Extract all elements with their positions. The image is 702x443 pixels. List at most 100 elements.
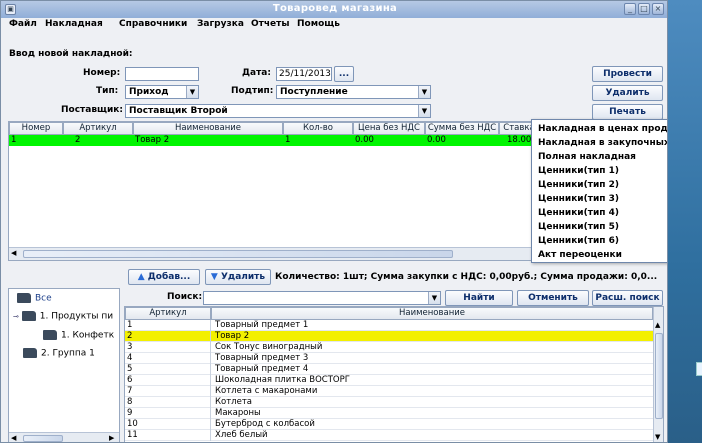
tree-node[interactable]: 2. Группа 1: [23, 348, 95, 359]
table-row[interactable]: 9 Макароны: [125, 408, 653, 419]
col-header[interactable]: Кол-во: [283, 122, 353, 135]
table-row[interactable]: 8 Котлета: [125, 397, 653, 408]
cell: Бутерброд с колбасой: [215, 419, 315, 429]
arrow-right-icon[interactable]: ▶: [109, 434, 114, 442]
arrow-left-icon[interactable]: ◀: [11, 249, 16, 257]
tree-node-label: 1. Продукты пи: [39, 311, 114, 322]
table-row[interactable]: 4 Товарный предмет 3: [125, 353, 653, 364]
cell: 0.00: [355, 135, 374, 145]
col-header[interactable]: Цена без НДС: [353, 122, 425, 135]
cell: Товарный предмет 4: [215, 364, 309, 374]
tree-node-label: 2. Группа 1: [41, 348, 95, 359]
col-header[interactable]: Наименование: [211, 307, 653, 320]
cancel-search-button[interactable]: Отменить: [517, 290, 589, 306]
print-menu-item[interactable]: Ценники(тип 6): [538, 236, 619, 246]
print-menu-item[interactable]: Ценники(тип 5): [538, 222, 619, 232]
remove-label: Удалить: [220, 272, 266, 282]
table-row[interactable]: 3 Сок Тонус виноградный: [125, 342, 653, 353]
tree-node[interactable]: 1. Конфетк: [43, 330, 114, 341]
scroll-thumb[interactable]: [23, 250, 453, 258]
table-row[interactable]: 11 Хлеб белый: [125, 430, 653, 441]
table-row[interactable]: 6 Шоколадная плитка ВОСТОРГ: [125, 375, 653, 386]
cell: Сок Тонус виноградный: [215, 342, 323, 352]
add-item-button[interactable]: ▲ Добав...: [128, 269, 200, 285]
col-header[interactable]: Наименование: [133, 122, 283, 135]
print-menu-item[interactable]: Полная накладная: [538, 152, 636, 162]
table-row[interactable]: 5 Товарный предмет 4: [125, 364, 653, 375]
menu-reports[interactable]: Отчеты: [251, 19, 290, 29]
desktop-icon[interactable]: [696, 362, 702, 376]
cell: 7: [125, 386, 211, 397]
table-row[interactable]: 1 Товарный предмет 1: [125, 320, 653, 331]
advanced-search-button[interactable]: Расш. поиск: [592, 290, 663, 306]
date-picker-button[interactable]: ...: [334, 66, 354, 82]
search-input[interactable]: ▼: [203, 291, 441, 305]
table-row[interactable]: 7 Котлета с макаронами: [125, 386, 653, 397]
window-title: Товаровед магазина: [272, 3, 398, 14]
remove-item-button[interactable]: ▼ Удалить: [205, 269, 271, 285]
cell: Хлеб белый: [215, 430, 268, 440]
arrow-left-icon[interactable]: ◀: [11, 434, 16, 442]
cell: 2: [125, 331, 211, 342]
add-icon: ▲: [137, 272, 145, 282]
menu-bar: Файл Накладная Справочники Загрузка Отче…: [1, 18, 667, 32]
expand-icon[interactable]: ⊸: [13, 313, 19, 321]
title-bar[interactable]: ▣ Товаровед магазина _ □ ×: [1, 1, 667, 18]
cell: 11: [125, 430, 211, 441]
supplier-select[interactable]: Поставщик Второй ▼: [125, 104, 431, 118]
tree-horizontal-scrollbar[interactable]: ◀ ▶: [9, 432, 119, 442]
menu-invoice[interactable]: Накладная: [45, 19, 103, 29]
cell: 10: [125, 419, 211, 430]
chevron-down-icon[interactable]: ▼: [428, 292, 440, 304]
print-menu-item[interactable]: Ценники(тип 3): [538, 194, 619, 204]
chevron-down-icon[interactable]: ▼: [418, 105, 430, 117]
print-menu-item[interactable]: Накладная в ценах продажи: [538, 124, 667, 134]
find-button[interactable]: Найти: [445, 290, 513, 306]
col-header[interactable]: Сумма без НДС: [425, 122, 499, 135]
print-menu-item[interactable]: Акт переоценки: [538, 250, 622, 260]
cell: Товар 2: [215, 331, 250, 341]
col-header[interactable]: Артикул: [63, 122, 133, 135]
print-menu-item[interactable]: Ценники(тип 4): [538, 208, 619, 218]
tree-node[interactable]: ⊸ 1. Продукты пи: [13, 311, 113, 322]
subtype-label: Подтип:: [231, 86, 274, 96]
col-header[interactable]: Артикул: [125, 307, 211, 320]
chevron-down-icon[interactable]: ▼: [186, 86, 198, 98]
menu-references[interactable]: Справочники: [119, 19, 187, 29]
print-button[interactable]: Печать: [592, 104, 663, 120]
menu-help[interactable]: Помощь: [297, 19, 340, 29]
folder-icon: [21, 311, 36, 321]
type-select[interactable]: Приход ▼: [125, 85, 199, 99]
print-menu-item[interactable]: Ценники(тип 2): [538, 180, 619, 190]
scroll-thumb[interactable]: [23, 435, 63, 442]
cell: 1: [11, 135, 17, 145]
vertical-scrollbar[interactable]: ▲ ▼: [653, 307, 663, 442]
maximize-icon[interactable]: □: [638, 3, 650, 15]
chevron-down-icon[interactable]: ▼: [418, 86, 430, 98]
close-icon[interactable]: ×: [652, 3, 664, 15]
col-header[interactable]: Номер: [9, 122, 63, 135]
scroll-thumb[interactable]: [655, 333, 663, 419]
delete-invoice-button[interactable]: Удалить: [592, 85, 663, 101]
arrow-up-icon[interactable]: ▲: [655, 321, 660, 329]
table-row[interactable]: 10 Бутерброд с колбасой: [125, 419, 653, 430]
app-window: ▣ Товаровед магазина _ □ × Файл Накладна…: [0, 0, 668, 443]
number-field[interactable]: [125, 67, 199, 81]
table-row[interactable]: 2 Товар 2: [125, 331, 653, 342]
cell: 3: [125, 342, 211, 353]
subtype-select[interactable]: Поступление ▼: [276, 85, 431, 99]
menu-file[interactable]: Файл: [9, 19, 37, 29]
tree-node-root[interactable]: Все: [17, 293, 52, 304]
cell: 8: [125, 397, 211, 408]
folder-icon: [23, 348, 37, 358]
print-menu-item[interactable]: Накладная в закупочных ценах: [538, 138, 667, 148]
folder-icon: [17, 293, 31, 303]
arrow-down-icon[interactable]: ▼: [655, 433, 660, 441]
date-field[interactable]: 25/11/2013: [276, 67, 332, 81]
print-menu-item[interactable]: Ценники(тип 1): [538, 166, 619, 176]
products-table: Артикул Наименование 1 Товарный предмет 1…: [124, 306, 664, 442]
supplier-label: Поставщик:: [61, 105, 123, 115]
minimize-icon[interactable]: _: [624, 3, 636, 15]
menu-import[interactable]: Загрузка: [197, 19, 244, 29]
post-button[interactable]: Провести: [592, 66, 663, 82]
